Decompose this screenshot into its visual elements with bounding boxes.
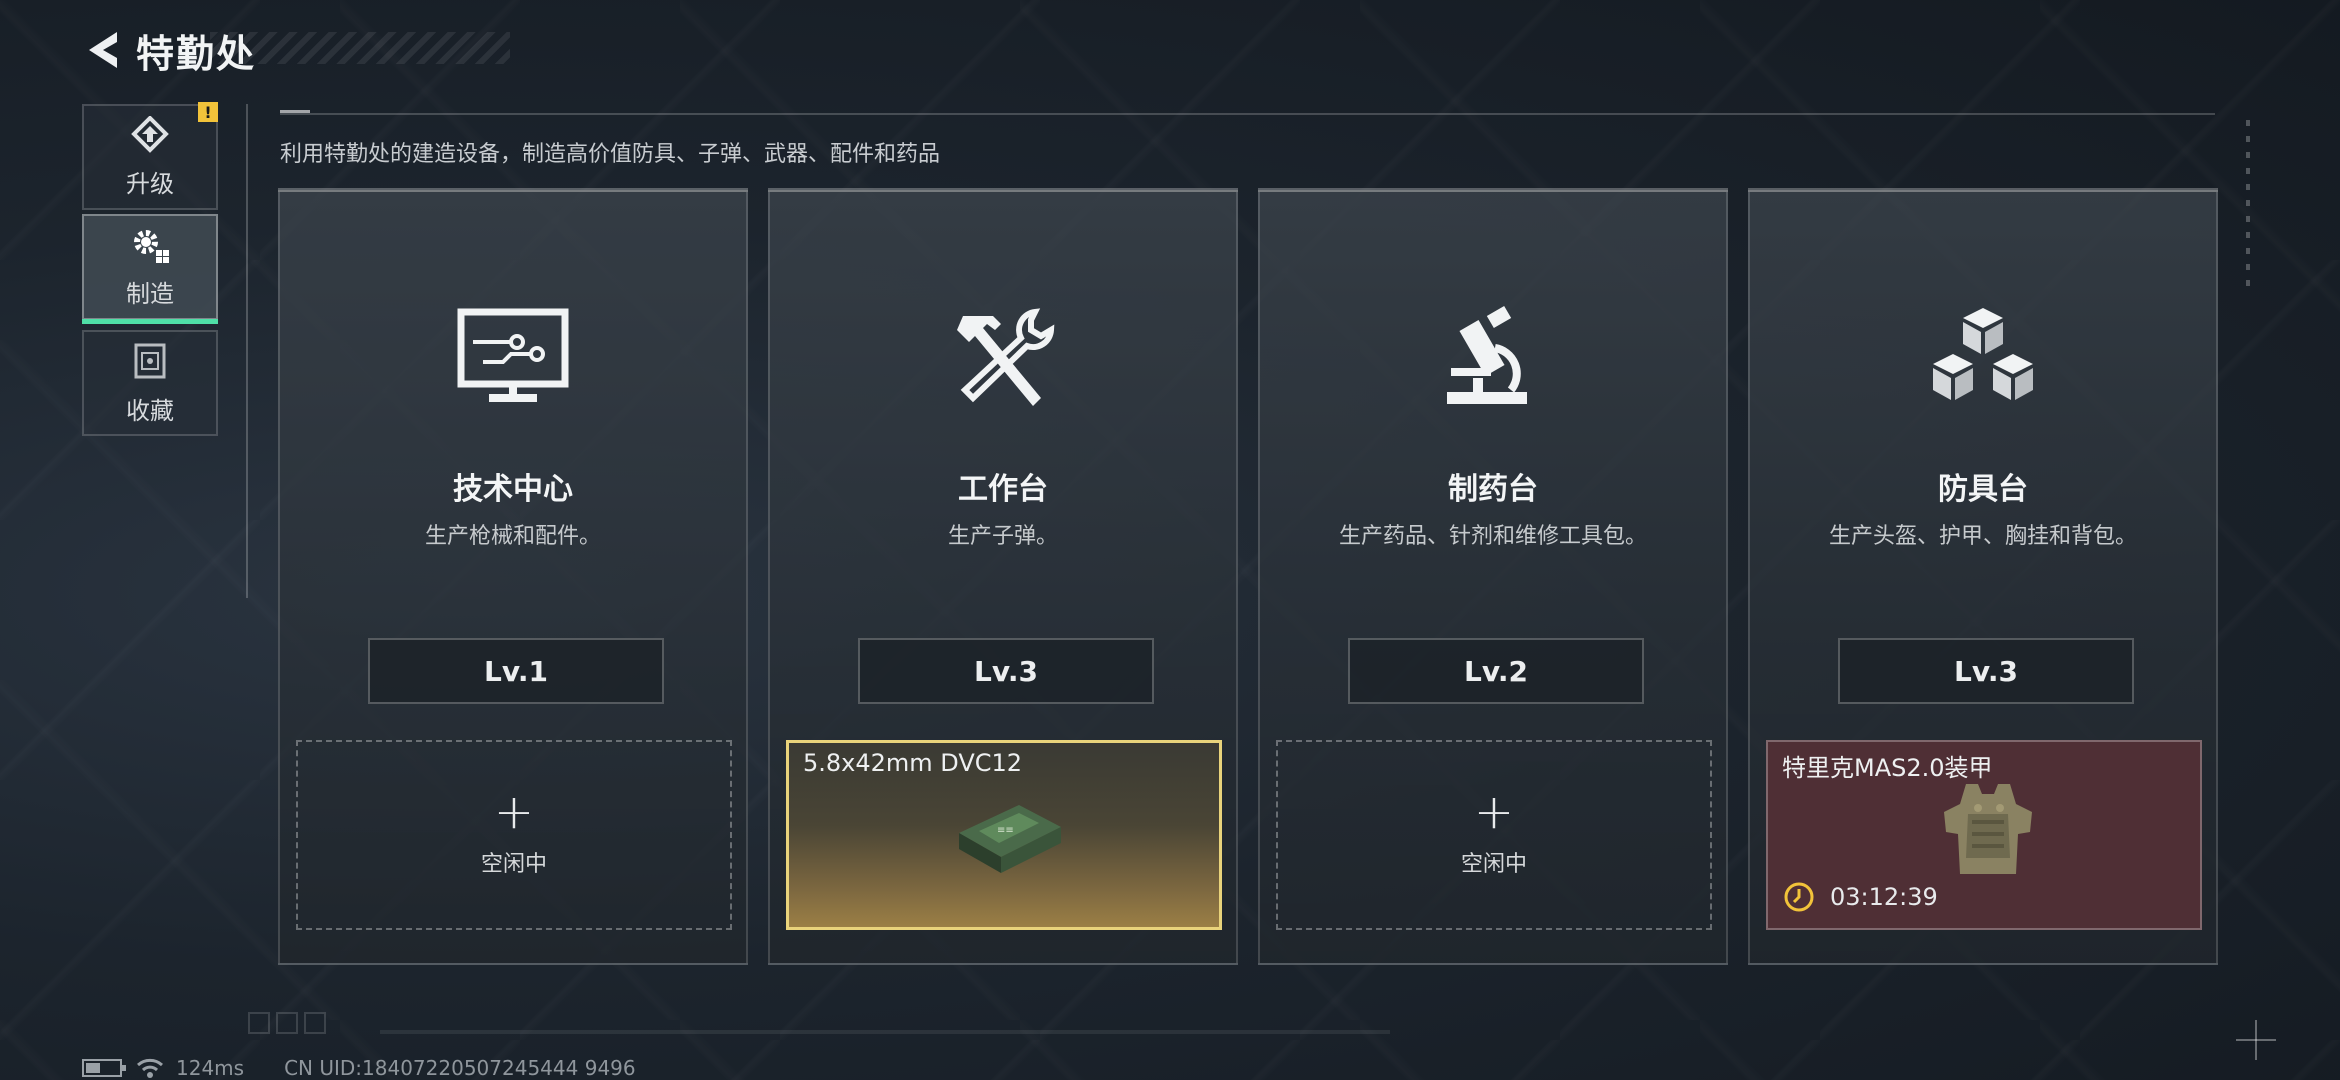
production-slot-idle[interactable]: + 空闲中 — [1276, 740, 1712, 930]
divider — [280, 113, 2215, 115]
back-arrow-icon — [89, 32, 117, 68]
page-header: 特勤处 — [80, 22, 256, 78]
level-button[interactable]: Lv.3 — [858, 638, 1154, 704]
add-icon: + — [493, 784, 535, 840]
workstation-name: 制药台 — [1448, 472, 1538, 507]
body-armor-icon — [1944, 784, 2032, 874]
decorative-squares — [248, 1012, 326, 1034]
production-slot-active[interactable]: 特里克MAS2.0装甲 03:12:39 — [1766, 740, 2202, 930]
divider — [246, 104, 248, 598]
ping-text: 124ms — [176, 1056, 245, 1080]
ammo-box-icon: ≡≡ — [959, 805, 1061, 873]
sidebar-item-label: 制造 — [126, 279, 174, 308]
clock-icon — [1784, 882, 1814, 912]
decorative-ticks — [2246, 120, 2250, 290]
sidebar-item-craft[interactable]: 制造 — [82, 214, 218, 324]
collection-icon — [134, 343, 166, 378]
sidebar-nav: ! 升级 制造 收藏 — [82, 102, 220, 440]
slot-status: 空闲中 — [480, 852, 547, 877]
timer-text: 03:12:39 — [1830, 883, 1938, 911]
hammer-wrench-icon — [957, 308, 1055, 406]
sidebar-item-label: 收藏 — [126, 396, 174, 425]
workstation-name: 防具台 — [1938, 472, 2028, 507]
microscope-icon — [1447, 305, 1527, 404]
warning-badge: ! — [198, 102, 218, 122]
slot-status: 空闲中 — [1460, 852, 1527, 877]
sidebar-item-label: 升级 — [126, 169, 174, 198]
add-icon: + — [1473, 784, 1515, 840]
workstation-name: 工作台 — [958, 472, 1048, 507]
production-timer: 03:12:39 — [1782, 880, 1938, 914]
status-bar: 124ms CN UID:18407220507245444 9496 — [82, 1056, 636, 1080]
level-button[interactable]: Lv.3 — [1838, 638, 2134, 704]
crosshair-decoration — [2236, 1020, 2276, 1060]
workstation-card-workbench[interactable]: 工作台 生产子弹。 Lv.3 5.8x42mm DVC12 ≡≡ — [768, 188, 1238, 965]
workstation-desc: 生产子弹。 — [947, 524, 1058, 549]
uid-text: CN UID:18407220507245444 9496 — [284, 1056, 636, 1080]
workstation-desc: 生产药品、针剂和维修工具包。 — [1338, 524, 1647, 549]
item-name: 5.8x42mm DVC12 — [803, 749, 1023, 777]
cubes-icon — [1933, 308, 2033, 400]
sidebar-item-upgrade[interactable]: ! 升级 — [82, 102, 218, 210]
workstation-desc: 生产枪械和配件。 — [424, 524, 601, 549]
page-subtitle: 利用特勤处的建造设备，制造高价值防具、子弹、武器、配件和药品 — [280, 142, 941, 167]
production-slot-idle[interactable]: + 空闲中 — [296, 740, 732, 930]
battery-icon — [82, 1059, 126, 1077]
workstation-desc: 生产头盔、护甲、胸挂和背包。 — [1828, 524, 2137, 549]
svg-text:≡≡: ≡≡ — [997, 825, 1014, 836]
back-button[interactable] — [80, 22, 126, 78]
page-title: 特勤处 — [136, 31, 257, 76]
decorative-bar — [380, 1030, 1390, 1034]
monitor-circuit-icon — [457, 308, 569, 402]
sidebar-item-collection[interactable]: 收藏 — [82, 330, 218, 436]
wifi-icon — [137, 1058, 163, 1078]
workstation-card-pharmacy[interactable]: 制药台 生产药品、针剂和维修工具包。 Lv.2 + 空闲中 — [1258, 188, 1728, 965]
level-button[interactable]: Lv.2 — [1348, 638, 1644, 704]
workstation-card-tech-center[interactable]: 技术中心 生产枪械和配件。 Lv.1 + 空闲中 — [278, 188, 748, 965]
upgrade-icon — [131, 115, 169, 153]
workstation-card-armor[interactable]: 防具台 生产头盔、护甲、胸挂和背包。 Lv.3 特里克MAS2.0装甲 03:1… — [1748, 188, 2218, 965]
production-slot-active[interactable]: 5.8x42mm DVC12 ≡≡ — [786, 740, 1222, 930]
workstation-name: 技术中心 — [453, 472, 573, 507]
level-button[interactable]: Lv.1 — [368, 638, 664, 704]
divider-tick — [280, 110, 310, 113]
gear-icon — [134, 229, 169, 263]
workstation-list: 技术中心 生产枪械和配件。 Lv.1 + 空闲中 工作台 生产子弹。 Lv.3 … — [278, 188, 2218, 965]
